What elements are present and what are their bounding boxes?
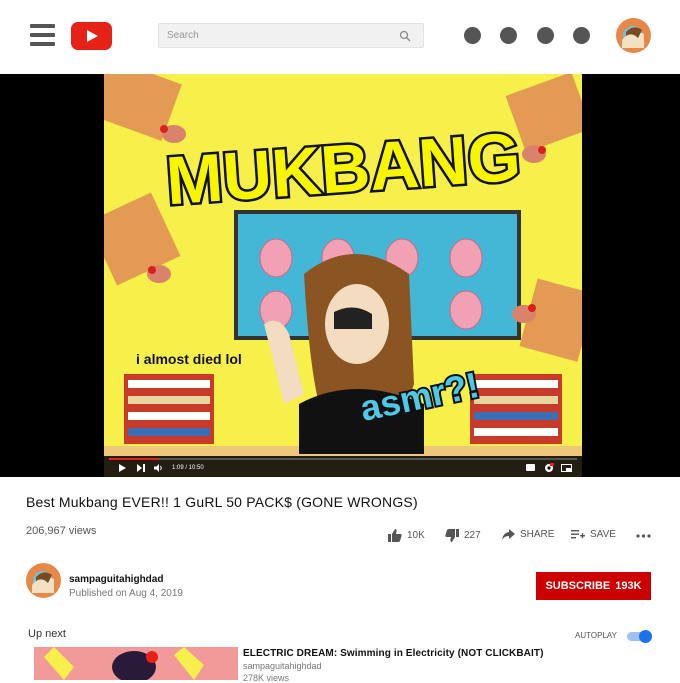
- related-video-channel: sampaguitahighdad: [243, 661, 322, 671]
- channel-name[interactable]: sampaguitahighdad: [69, 574, 163, 585]
- search-input[interactable]: [159, 24, 379, 47]
- messages-icon[interactable]: [537, 27, 554, 44]
- menu-icon[interactable]: [30, 24, 55, 46]
- toggle-knob: [639, 630, 652, 643]
- channel-avatar[interactable]: [26, 563, 61, 598]
- progress-bar[interactable]: [109, 458, 577, 460]
- dislike-button[interactable]: 227: [445, 529, 481, 542]
- thumbnail-caption: i almost died lol: [136, 351, 242, 367]
- next-icon[interactable]: [137, 464, 145, 472]
- play-icon[interactable]: [118, 464, 126, 472]
- share-label: SHARE: [520, 529, 555, 540]
- time-display: 1:09 / 10:50: [172, 465, 204, 471]
- autoplay-toggle[interactable]: [627, 630, 652, 643]
- top-bar: [0, 0, 680, 74]
- share-button[interactable]: SHARE: [502, 529, 554, 540]
- related-video-thumbnail[interactable]: [34, 647, 238, 680]
- notifications-icon[interactable]: [573, 27, 590, 44]
- volume-icon[interactable]: [154, 464, 163, 472]
- view-count: 206,967 views: [26, 525, 97, 537]
- subscriber-count: 193K: [615, 580, 642, 592]
- save-label: SAVE: [590, 529, 616, 540]
- like-count: 10K: [407, 530, 425, 541]
- player-controls: 1:09 / 10:50: [104, 456, 582, 477]
- thumbs-down-icon: [445, 529, 459, 542]
- like-button[interactable]: 10K: [388, 529, 425, 542]
- related-video-title[interactable]: ELECTRIC DREAM: Swimming in Electricity …: [243, 648, 544, 659]
- search-icon[interactable]: [399, 30, 411, 42]
- create-icon[interactable]: [464, 27, 481, 44]
- captions-icon[interactable]: [526, 464, 535, 471]
- add-to-playlist-icon: [571, 530, 585, 539]
- autoplay-label: AUTOPLAY: [575, 631, 617, 640]
- youtube-logo-icon[interactable]: [71, 22, 112, 50]
- settings-icon[interactable]: [544, 463, 554, 473]
- publish-date: Published on Aug 4, 2019: [69, 588, 183, 599]
- video-title: Best Mukbang EVER!! 1 GuRL 50 PACK$ (GON…: [26, 494, 418, 510]
- dislike-count: 227: [464, 530, 481, 541]
- subscribe-label: SUBSCRIBE: [545, 580, 611, 592]
- subscribe-button[interactable]: SUBSCRIBE 193K: [536, 572, 651, 600]
- related-video-views: 278K views: [243, 673, 290, 683]
- progress-fill: [109, 458, 159, 460]
- video-thumbnail[interactable]: MUKBANG i almost died lol asmr?!: [104, 74, 582, 477]
- share-icon: [502, 529, 515, 540]
- apps-icon[interactable]: [500, 27, 517, 44]
- save-button[interactable]: SAVE: [571, 529, 616, 540]
- thumbs-up-icon: [388, 529, 402, 542]
- search-box[interactable]: [158, 23, 424, 48]
- video-player[interactable]: MUKBANG i almost died lol asmr?! 1:09 / …: [0, 74, 680, 477]
- up-next-heading: Up next: [28, 628, 66, 640]
- more-options-icon[interactable]: [636, 534, 651, 538]
- user-avatar[interactable]: [616, 18, 651, 53]
- miniplayer-icon[interactable]: [561, 464, 572, 472]
